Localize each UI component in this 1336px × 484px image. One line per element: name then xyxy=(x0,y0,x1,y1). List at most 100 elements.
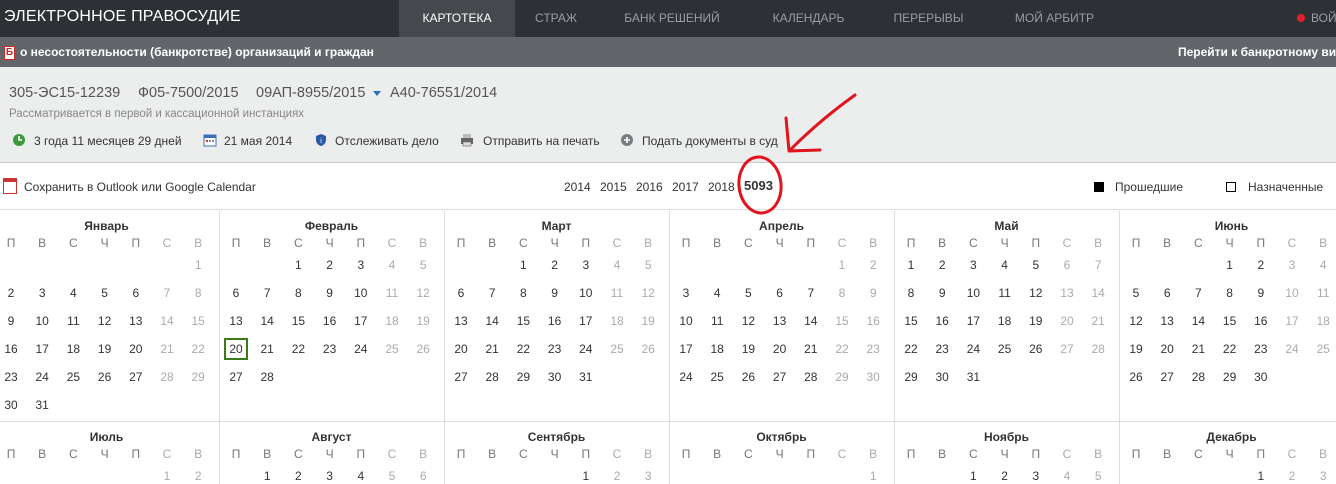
calendar-day[interactable]: 3 xyxy=(1311,465,1335,484)
calendar-day[interactable]: 22 xyxy=(1218,338,1242,360)
calendar-day[interactable]: 7 xyxy=(1086,254,1110,276)
nav-strazh[interactable]: СТРАЖ xyxy=(516,0,596,37)
calendar-day[interactable]: 24 xyxy=(574,338,598,360)
calendar-day[interactable]: 30 xyxy=(543,366,567,388)
case-number-appeal[interactable]: 09АП-8955/2015 xyxy=(256,85,365,101)
calendar-day[interactable]: 1 xyxy=(255,465,279,484)
calendar-day[interactable]: 29 xyxy=(830,366,854,388)
calendar-day[interactable]: 28 xyxy=(155,366,179,388)
calendar-day[interactable]: 16 xyxy=(0,338,23,360)
calendar-day[interactable]: 18 xyxy=(1311,310,1335,332)
calendar-day[interactable]: 4 xyxy=(993,254,1017,276)
calendar-day[interactable]: 26 xyxy=(736,366,760,388)
calendar-day[interactable]: 28 xyxy=(1186,366,1210,388)
calendar-day[interactable]: 25 xyxy=(705,366,729,388)
case-number-first-instance[interactable]: А40-76551/2014 xyxy=(390,85,497,101)
calendar-day[interactable]: 3 xyxy=(1280,254,1304,276)
calendar-day[interactable]: 9 xyxy=(0,310,23,332)
calendar-day[interactable]: 30 xyxy=(1249,366,1273,388)
calendar-day[interactable]: 29 xyxy=(186,366,210,388)
calendar-day[interactable]: 11 xyxy=(605,282,629,304)
calendar-day[interactable]: 8 xyxy=(1218,282,1242,304)
calendar-day[interactable]: 5 xyxy=(736,282,760,304)
calendar-day[interactable]: 16 xyxy=(1249,310,1273,332)
calendar-day[interactable]: 2 xyxy=(861,254,885,276)
calendar-day[interactable]: 20 xyxy=(124,338,148,360)
calendar-day[interactable]: 4 xyxy=(605,254,629,276)
calendar-day[interactable]: 17 xyxy=(574,310,598,332)
calendar-day[interactable]: 7 xyxy=(1186,282,1210,304)
calendar-day[interactable]: 22 xyxy=(830,338,854,360)
calendar-day[interactable]: 17 xyxy=(1280,310,1304,332)
calendar-day[interactable]: 2 xyxy=(993,465,1017,484)
calendar-day[interactable]: 2 xyxy=(930,254,954,276)
calendar-day[interactable]: 20 xyxy=(1055,310,1079,332)
calendar-day[interactable]: 21 xyxy=(1186,338,1210,360)
bankruptcy-view-link[interactable]: Перейти к банкротному ви xyxy=(1178,45,1336,59)
calendar-day[interactable]: 10 xyxy=(574,282,598,304)
calendar-day[interactable]: 24 xyxy=(961,338,985,360)
calendar-day[interactable]: 4 xyxy=(705,282,729,304)
calendar-day[interactable]: 31 xyxy=(574,366,598,388)
calendar-day[interactable]: 9 xyxy=(930,282,954,304)
calendar-day[interactable]: 15 xyxy=(511,310,535,332)
calendar-day[interactable]: 15 xyxy=(1218,310,1242,332)
calendar-day[interactable]: 25 xyxy=(993,338,1017,360)
calendar-day[interactable]: 6 xyxy=(449,282,473,304)
calendar-day[interactable]: 5 xyxy=(1086,465,1110,484)
submit-documents-button[interactable]: Подать документы в суд xyxy=(642,134,778,148)
calendar-day[interactable]: 29 xyxy=(1218,366,1242,388)
calendar-day[interactable]: 5 xyxy=(1124,282,1148,304)
calendar-day[interactable]: 22 xyxy=(186,338,210,360)
calendar-day[interactable]: 11 xyxy=(993,282,1017,304)
calendar-day[interactable]: 5 xyxy=(1024,254,1048,276)
calendar-day[interactable]: 27 xyxy=(1155,366,1179,388)
calendar-day[interactable]: 6 xyxy=(124,282,148,304)
calendar-day[interactable]: 28 xyxy=(799,366,823,388)
calendar-day[interactable]: 14 xyxy=(1186,310,1210,332)
nav-login[interactable]: ВОЙ xyxy=(1311,0,1336,37)
year-5093[interactable]: 5093 xyxy=(744,178,773,193)
calendar-day[interactable]: 23 xyxy=(1249,338,1273,360)
calendar-day[interactable]: 19 xyxy=(411,310,435,332)
calendar-day[interactable]: 21 xyxy=(255,338,279,360)
calendar-day[interactable]: 19 xyxy=(736,338,760,360)
calendar-day[interactable]: 20 xyxy=(1155,338,1179,360)
calendar-day[interactable]: 17 xyxy=(961,310,985,332)
calendar-day[interactable]: 24 xyxy=(1280,338,1304,360)
calendar-day[interactable]: 19 xyxy=(93,338,117,360)
calendar-day[interactable]: 23 xyxy=(543,338,567,360)
calendar-day[interactable]: 27 xyxy=(449,366,473,388)
calendar-day[interactable]: 13 xyxy=(449,310,473,332)
calendar-day[interactable]: 26 xyxy=(1124,366,1148,388)
calendar-day[interactable]: 12 xyxy=(636,282,660,304)
calendar-day[interactable]: 27 xyxy=(224,366,248,388)
year-2014[interactable]: 2014 xyxy=(564,180,591,194)
calendar-day[interactable]: 6 xyxy=(1055,254,1079,276)
calendar-day[interactable]: 23 xyxy=(0,366,23,388)
case-start-date[interactable]: 21 мая 2014 xyxy=(224,134,292,148)
calendar-day[interactable]: 1 xyxy=(830,254,854,276)
calendar-day[interactable]: 1 xyxy=(574,465,598,484)
calendar-day[interactable]: 30 xyxy=(0,394,23,416)
calendar-day-selected[interactable]: 20 xyxy=(224,338,248,360)
calendar-day[interactable]: 27 xyxy=(1055,338,1079,360)
calendar-day[interactable]: 21 xyxy=(155,338,179,360)
calendar-day[interactable]: 25 xyxy=(380,338,404,360)
calendar-day[interactable]: 15 xyxy=(286,310,310,332)
calendar-day[interactable]: 29 xyxy=(899,366,923,388)
calendar-day[interactable]: 25 xyxy=(605,338,629,360)
year-2016[interactable]: 2016 xyxy=(636,180,663,194)
calendar-day[interactable]: 6 xyxy=(1155,282,1179,304)
calendar-day[interactable]: 4 xyxy=(1055,465,1079,484)
calendar-day[interactable]: 9 xyxy=(318,282,342,304)
nav-bank-resheniy[interactable]: БАНК РЕШЕНИЙ xyxy=(612,0,732,37)
case-number-cassation[interactable]: Ф05-7500/2015 xyxy=(138,85,239,101)
calendar-day[interactable]: 12 xyxy=(93,310,117,332)
calendar-day[interactable]: 1 xyxy=(1249,465,1273,484)
calendar-day[interactable]: 1 xyxy=(899,254,923,276)
calendar-day[interactable]: 14 xyxy=(1086,282,1110,304)
calendar-day[interactable]: 24 xyxy=(674,366,698,388)
calendar-day[interactable]: 23 xyxy=(930,338,954,360)
print-button[interactable]: Отправить на печать xyxy=(483,134,600,148)
